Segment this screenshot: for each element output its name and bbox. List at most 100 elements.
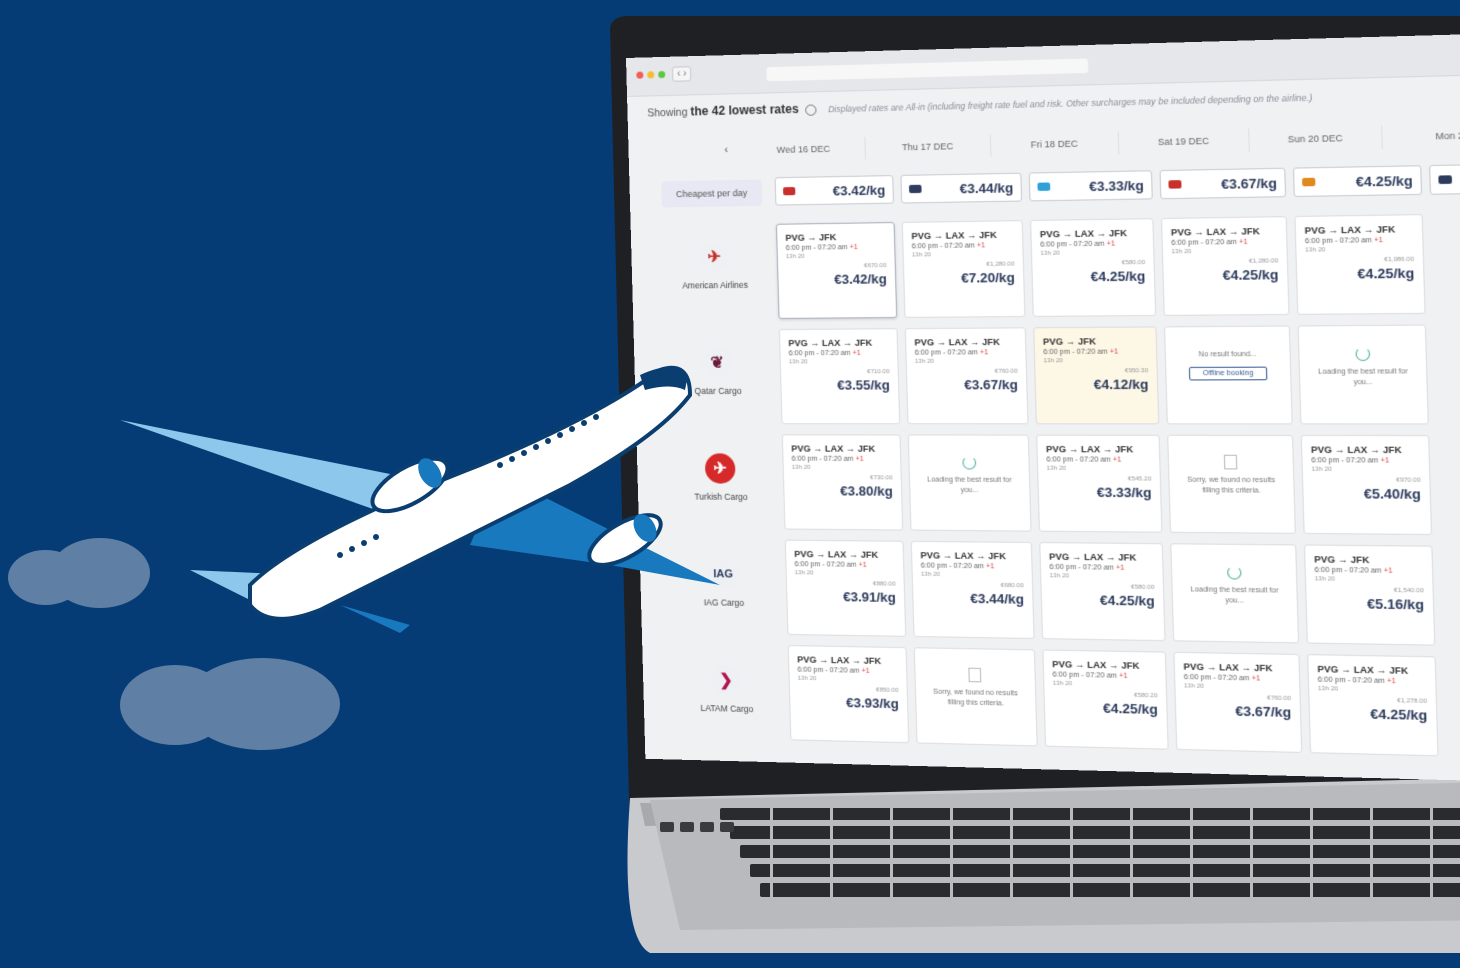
date-col[interactable]: Sun 20 DEC [1249,126,1383,152]
results-count: the 42 lowest rates [690,102,799,119]
flight-time: 6:00 pm - 07:20 am +1 [915,349,1017,357]
total-price: €760.00 [1184,694,1291,703]
cheapest-cell[interactable]: €3.44/kg [900,173,1022,204]
loading-card: Loading the best result for you... [1170,543,1299,643]
info-icon[interactable] [805,104,817,115]
rate-per-kg: €4.25/kg [1041,268,1146,285]
window-controls[interactable] [636,71,665,79]
total-price: €680.00 [921,582,1024,589]
total-price: €950.30 [1044,368,1148,375]
flight-time: 6:00 pm - 07:20 am +1 [1311,457,1420,465]
loading-card: Loading the best result for you... [908,434,1032,531]
route: PVG → LAX → JFK [1183,661,1290,673]
offline-booking-button[interactable]: Offline booking [1189,367,1268,381]
laptop-keyboard [640,760,1460,960]
rate-card[interactable]: PVG → LAX → JFK 6:00 pm - 07:20 am +1 13… [1042,649,1168,749]
flight-time: 6:00 pm - 07:20 am +1 [794,561,895,569]
total-price: €710.00 [789,369,889,375]
rate-card[interactable]: PVG → LAX → JFK 6:00 pm - 07:20 am +1 13… [1030,218,1156,317]
flight-time: 6:00 pm - 07:20 am +1 [1052,671,1157,680]
route: PVG → LAX → JFK [794,549,895,560]
rate-card[interactable]: PVG → LAX → JFK 6:00 pm - 07:20 am +1 13… [1173,652,1302,753]
flight-time: 6:00 pm - 07:20 am +1 [797,667,898,676]
rate-card[interactable]: PVG → LAX → JFK 6:00 pm - 07:20 am +1 13… [1301,435,1432,535]
date-col[interactable]: Fri 18 DEC [991,131,1120,156]
latam-logo-icon: ❯ [711,665,742,696]
rate-card[interactable]: PVG → LAX → JFK 6:00 pm - 07:20 am +1 13… [782,434,903,530]
loading-spinner-icon [962,456,976,469]
rate-per-kg: €3.80/kg [792,483,893,499]
route: PVG → LAX → JFK [1171,226,1278,238]
duration: 13h 20 [792,465,892,471]
cheapest-cell[interactable]: €3.33/kg [1029,170,1153,201]
date-col[interactable]: Thu 17 DEC [865,134,991,159]
minimize-dot[interactable] [647,71,654,78]
date-col[interactable]: Mon 2 [1382,123,1460,149]
rate-card[interactable]: PVG → LAX → JFK 6:00 pm - 07:20 am +1 13… [785,540,906,637]
rate-per-kg: €3.44/kg [921,590,1024,607]
rate-card[interactable]: PVG → JFK 6:00 pm - 07:20 am +1 13h 20 €… [1304,544,1435,645]
fuselage [250,368,690,619]
rate-card[interactable]: PVG → LAX → JFK 6:00 pm - 07:20 am +1 13… [1039,542,1165,641]
flight-time: 6:00 pm - 07:20 am +1 [921,562,1024,570]
rate-card[interactable]: PVG → LAX → JFK 6:00 pm - 07:20 am +1 13… [779,328,900,424]
flight-time: 6:00 pm - 07:20 am +1 [786,244,886,252]
cheapest-cell[interactable] [1429,163,1460,195]
total-price: €580.00 [1050,583,1155,591]
rate-per-kg: €3.67/kg [915,377,1018,393]
date-col[interactable]: Sat 19 DEC [1119,129,1250,155]
airline-logo [1438,175,1452,184]
flight-time: 6:00 pm - 07:20 am +1 [1049,564,1154,572]
flight-time: 6:00 pm - 07:20 am +1 [1318,676,1427,686]
rate-card[interactable]: PVG → LAX → JFK 6:00 pm - 07:20 am +1 13… [905,327,1029,424]
rate-per-kg: €3.42/kg [786,271,887,287]
duration: 13h 20 [1040,249,1144,257]
rate-per-kg: €3.33/kg [1047,484,1152,500]
airline-american: ✈ American Airlines [659,241,771,291]
loading-spinner-icon [1227,566,1242,580]
airline-logo [909,185,922,193]
cheapest-cell[interactable]: €3.67/kg [1160,168,1287,200]
total-price: €1,278.00 [1318,696,1427,705]
duration: 13h 20 [921,572,1023,579]
route: PVG → LAX → JFK [1311,444,1420,455]
cheapest-cell[interactable]: €4.25/kg [1293,165,1422,197]
back-forward-buttons[interactable]: ‹ › [672,66,692,82]
total-price: €580.20 [1053,691,1158,699]
duration: 13h 20 [1315,576,1424,584]
close-dot[interactable] [636,72,643,79]
rate-card[interactable]: PVG → LAX → JFK 6:00 pm - 07:20 am +1 13… [788,645,910,743]
airline-logo [1302,178,1315,187]
rate-per-kg: €3.55/kg [789,377,890,393]
rate-card[interactable]: PVG → LAX → JFK 6:00 pm - 07:20 am +1 13… [911,541,1035,639]
duration: 13h 20 [1171,248,1277,256]
rate-per-kg: €4.25/kg [1050,592,1155,609]
date-col[interactable]: Wed 16 DEC [742,137,866,162]
url-bar[interactable] [766,58,1088,81]
maximize-dot[interactable] [658,71,665,78]
rate-card[interactable]: PVG → LAX → JFK 6:00 pm - 07:20 am +1 13… [1036,435,1162,533]
rate-card[interactable]: PVG → JFK 6:00 pm - 07:20 am +1 13h 20 €… [776,222,897,319]
rate-card[interactable]: PVG → LAX → JFK 6:00 pm - 07:20 am +1 13… [1161,216,1290,316]
rate-card[interactable]: PVG → LAX → JFK 6:00 pm - 07:20 am +1 13… [1307,654,1439,756]
duration: 13h 20 [1053,681,1158,689]
loading-card: Loading the best result for you... [1298,325,1429,425]
rate-card[interactable]: PVG → LAX → JFK 6:00 pm - 07:20 am +1 13… [1294,214,1425,315]
airline-logo [1168,180,1181,189]
cheapest-cell[interactable]: €3.42/kg [775,175,894,206]
rate-per-kg: €4.12/kg [1044,376,1149,392]
rate-card[interactable]: PVG → JFK 6:00 pm - 07:20 am +1 13h 20 €… [1033,326,1159,424]
rate-card[interactable]: PVG → LAX → JFK 6:00 pm - 07:20 am +1 13… [902,220,1026,318]
rate-per-kg: €4.25/kg [1053,699,1158,717]
rate-per-kg: €4.25/kg [1172,267,1279,284]
loading-text: Loading the best result for you... [918,475,1021,496]
total-price: €1,086.00 [1305,257,1414,265]
rate-per-kg: €7.20/kg [912,270,1015,286]
rate-per-kg: €3.91/kg [795,588,896,605]
document-icon [968,668,981,683]
total-price: €1,540.00 [1315,587,1424,595]
loading-spinner-icon [1355,347,1370,361]
total-price: €545.20 [1047,476,1151,483]
rate-per-kg: €3.93/kg [798,694,899,711]
cockpit [640,367,688,390]
